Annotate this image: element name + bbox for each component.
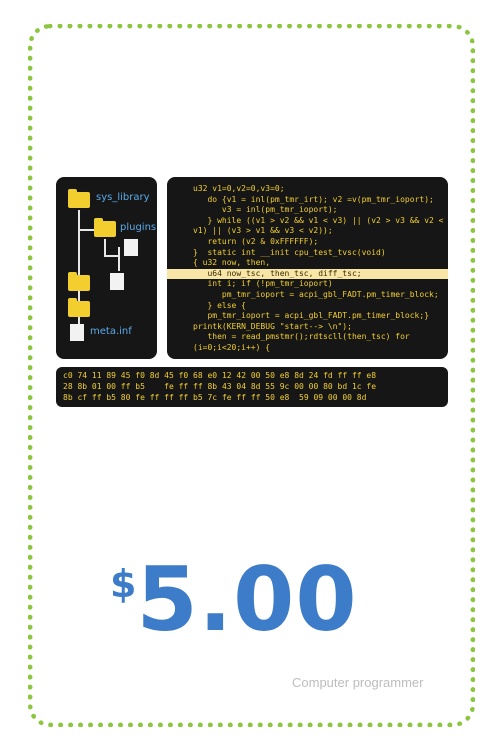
code-line: then = read_pmstmr();rdtscll(then_tsc) f…: [193, 332, 410, 342]
tree-label-plugins: plugins: [120, 222, 157, 233]
folder-icon: [68, 272, 90, 291]
tree-branch-line: [118, 247, 120, 271]
folder-icon: [94, 218, 116, 237]
price: $5.00: [110, 548, 358, 651]
code-panel: u32 v1=0,v2=0,v3=0; do {v1 = inl(pm_tmr_…: [167, 177, 448, 359]
code-line: pm_tmr_ioport = acpi_gbl_FADT.pm_timer_b…: [193, 290, 439, 299]
code-line: } while ((v1 > v2 && v1 < v3) || (v2 > v…: [193, 215, 444, 225]
price-amount: 5.00: [136, 548, 358, 651]
code-line-highlighted: u64 now_tsc, then_tsc, diff_tsc;: [167, 268, 448, 280]
price-currency: $: [110, 562, 137, 606]
file-tree-panel: sys_library plugins meta.inf: [56, 177, 157, 359]
tree-branch-line: [78, 229, 94, 231]
code-line: do {v1 = inl(pm_tmr_irt); v2 =v(pm_tmr_i…: [193, 194, 434, 204]
code-line: } else {: [193, 300, 246, 310]
code-line: (i=0;i<20;i++) {: [193, 343, 271, 352]
file-icon: [110, 273, 124, 290]
file-icon: [124, 239, 138, 256]
code-line: { u32 now, then,: [193, 258, 271, 268]
code-line: u32 v1=0,v2=0,v3=0;: [193, 184, 285, 193]
folder-icon: [68, 298, 90, 317]
code-line: return (v2 & 0xFFFFFF);: [193, 237, 319, 246]
hex-line: 28 8b 01 00 ff b5 fe ff ff 8b 43 04 8d 5…: [63, 382, 377, 391]
tree-label-sys-library: sys_library: [96, 192, 150, 203]
code-line: printk(KERN_DEBUG "start--> \n");: [193, 321, 352, 331]
hex-line: c0 74 11 89 45 f0 8d 45 f0 68 e0 12 42 0…: [63, 371, 377, 380]
hex-line: 8b cf ff b5 80 fe ff ff ff b5 7c fe ff f…: [63, 393, 367, 402]
code-line: } static int __init cpu_test_tvsc(void): [193, 247, 386, 257]
code-line: v1) || (v3 > v1 && v3 < v2));: [193, 226, 333, 236]
tree-label-meta-inf: meta.inf: [90, 326, 132, 337]
code-line: int i; if (!pm_tmr_ioport): [193, 279, 333, 289]
file-icon: [70, 324, 84, 341]
hex-dump-panel: c0 74 11 89 45 f0 8d 45 f0 68 e0 12 42 0…: [56, 367, 448, 407]
code-line: v3 = inl(pm_tmr_ioport);: [193, 205, 338, 215]
subtitle: Computer programmer: [292, 675, 424, 690]
code-line: pm_tmr_ioport = acpi_gbl_FADT.pm_timer_b…: [193, 311, 430, 321]
folder-icon: [68, 189, 90, 208]
